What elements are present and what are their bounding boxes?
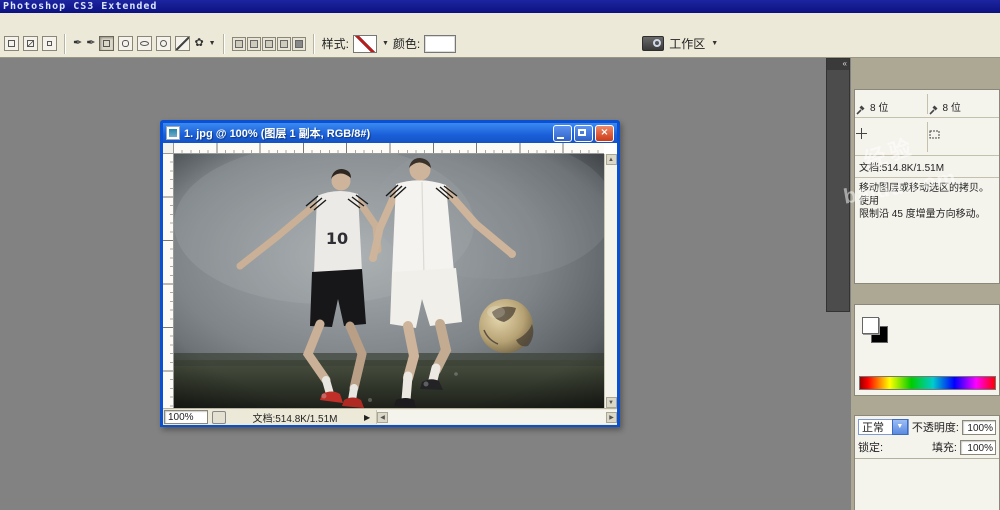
- tool-hint-line2: 限制沿 45 度增量方向移动。: [859, 209, 986, 220]
- scroll-right-icon[interactable]: ▶: [606, 411, 617, 423]
- rectangle-tool-icon[interactable]: [99, 36, 115, 51]
- color-label: 颜色:: [392, 37, 421, 51]
- document-title: 1. jpg @ 100% (图层 1 副本, RGB/8#): [184, 128, 371, 140]
- layers-panel: 正常 ▼ 不透明度: 100% 锁定: 填充: 100%: [854, 398, 1000, 510]
- document-size-info: 文档:514.8K/1.51M: [252, 413, 338, 425]
- subtract-shape-area-icon[interactable]: [246, 36, 261, 51]
- crosshair-icon: [856, 128, 867, 142]
- color-swatch[interactable]: [424, 34, 457, 53]
- workspace-button[interactable]: 工作区 ▼: [642, 35, 718, 52]
- zoom-level-input[interactable]: 100%: [164, 410, 208, 424]
- shape-options-dropdown-icon[interactable]: ▼: [209, 40, 216, 47]
- horizontal-ruler: [174, 143, 604, 154]
- style-picker-swatch[interactable]: [352, 34, 377, 53]
- ruler-corner: [163, 143, 174, 154]
- close-button[interactable]: ×: [595, 124, 614, 142]
- custom-shape-tool-icon[interactable]: ✿: [194, 37, 203, 50]
- eyedropper-icon: [856, 104, 866, 118]
- fill-label: 填充:: [931, 442, 957, 454]
- foreground-color-swatch[interactable]: [862, 317, 879, 334]
- shape-layers-mode-icon[interactable]: [23, 36, 38, 51]
- app-title: Photoshop CS3 Extended: [3, 1, 158, 12]
- horizontal-scrollbar[interactable]: ◀ ▶: [376, 410, 617, 424]
- info-panel-tabs: [854, 72, 1000, 89]
- ellipse-tool-icon[interactable]: [137, 36, 153, 51]
- polygon-tool-icon[interactable]: [156, 36, 172, 51]
- close-icon: ×: [600, 126, 609, 138]
- color-spectrum[interactable]: [859, 376, 996, 390]
- layers-panel-tabs: [854, 398, 1000, 415]
- status-icon: [212, 410, 226, 424]
- lock-label: 锁定:: [858, 442, 884, 454]
- scroll-down-icon[interactable]: ▼: [605, 397, 617, 408]
- workspace-label: 工作区: [669, 37, 706, 51]
- selection-size-icon: [929, 130, 940, 142]
- separator: [222, 33, 225, 54]
- add-shape-area-icon[interactable]: [231, 36, 246, 51]
- document-icon: [166, 126, 180, 140]
- bridge-icon[interactable]: [642, 36, 665, 51]
- info-panel: 8 位 8 位 文档:514.8K/1.51M 移动图层或移动选区的拷贝。使用 …: [854, 72, 1000, 284]
- style-label: 样式:: [321, 37, 349, 51]
- opacity-label: 不透明度:: [911, 422, 959, 434]
- tool-hint-line1: 移动图层或移动选区的拷贝。使用: [859, 183, 989, 207]
- blend-mode-value: 正常: [862, 422, 884, 434]
- document-titlebar[interactable]: 1. jpg @ 100% (图层 1 副本, RGB/8#) ×: [163, 123, 617, 143]
- maximize-button[interactable]: [574, 124, 593, 142]
- document-statusbar: 100% 文档:514.8K/1.51M ▶ ◀ ▶: [163, 408, 617, 425]
- eyedropper-icon: [928, 104, 939, 118]
- tool-preset-picker-icon[interactable]: [4, 36, 19, 51]
- color-panel-tabs: [854, 287, 1000, 304]
- collapse-dock-button[interactable]: «: [827, 59, 849, 70]
- panel-dock: 8 位 8 位 文档:514.8K/1.51M 移动图层或移动选区的拷贝。使用 …: [842, 58, 1000, 510]
- fill-input[interactable]: 100%: [960, 439, 996, 455]
- path-combine-buttons: [231, 36, 306, 51]
- blend-mode-select[interactable]: 正常 ▼: [858, 419, 909, 435]
- color-panel: [854, 287, 1000, 396]
- combine-button-icon[interactable]: [291, 36, 306, 51]
- options-bar: ✒ ✒ ✿ ▼ 样式: ▼ 颜色: 工作区 ▼: [0, 30, 1000, 58]
- app-titlebar[interactable]: Photoshop CS3 Extended: [0, 0, 1000, 13]
- style-dropdown-icon[interactable]: ▼: [382, 40, 389, 47]
- vertical-ruler: [163, 154, 174, 408]
- rounded-rectangle-tool-icon[interactable]: [118, 36, 134, 51]
- workspace-dropdown-icon: ▼: [711, 40, 719, 47]
- panel-dock-strip: «: [826, 58, 850, 312]
- soccer-photo: 10: [174, 154, 604, 408]
- info-document-size: 文档:514.8K/1.51M: [855, 156, 999, 178]
- paths-mode-icon[interactable]: [42, 36, 57, 51]
- foreground-background-swatches[interactable]: [862, 317, 888, 343]
- separator: [312, 33, 315, 54]
- opacity-input[interactable]: 100%: [961, 419, 996, 435]
- cmyk-bit-depth: 8 位: [942, 103, 961, 114]
- freeform-pen-tool-icon[interactable]: ✒: [86, 37, 95, 50]
- separator: [64, 33, 66, 54]
- pen-tool-icon[interactable]: ✒: [73, 37, 82, 50]
- blend-mode-dropdown-icon[interactable]: ▼: [891, 419, 908, 435]
- document-window: 1. jpg @ 100% (图层 1 副本, RGB/8#) × ▲ ▼ 10…: [160, 120, 620, 427]
- line-tool-icon[interactable]: [175, 36, 191, 51]
- intersect-shape-area-icon[interactable]: [261, 36, 276, 51]
- scroll-left-icon[interactable]: ◀: [377, 411, 388, 423]
- canvas-image[interactable]: 10: [174, 154, 604, 408]
- photoshop-window: Photoshop CS3 Extended ✒ ✒ ✿ ▼ 样式: ▼ 颜色:: [0, 0, 1000, 510]
- status-menu-button[interactable]: ▶: [364, 413, 376, 422]
- rgb-bit-depth: 8 位: [870, 103, 889, 114]
- minimize-button[interactable]: [553, 124, 572, 142]
- scroll-up-icon[interactable]: ▲: [605, 154, 617, 165]
- exclude-shape-area-icon[interactable]: [276, 36, 291, 51]
- menu-bar: [0, 13, 1000, 31]
- vertical-scrollbar[interactable]: ▲ ▼: [604, 154, 617, 408]
